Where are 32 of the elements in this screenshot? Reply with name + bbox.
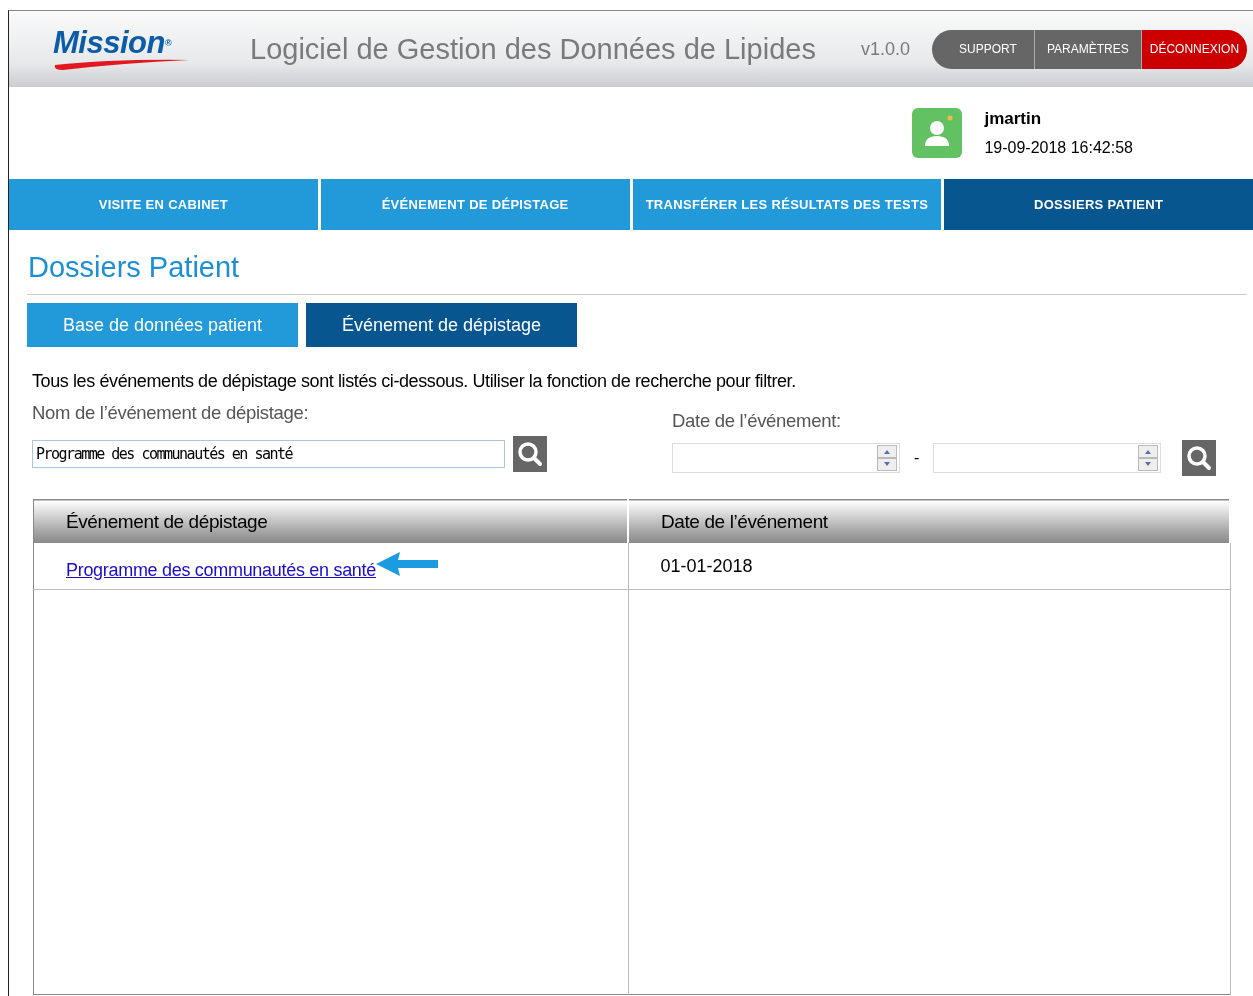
nav-tab[interactable]: DOSSIERS PATIENT	[944, 179, 1253, 230]
logout-button[interactable]: DÉCONNEXION	[1141, 29, 1248, 69]
nav-tab[interactable]: TRANSFÉRER LES RÉSULTATS DES TESTS	[632, 179, 942, 230]
username: jmartin	[984, 109, 1043, 129]
table-cell: 01-01-2018	[628, 543, 1230, 590]
search-button[interactable]	[1182, 440, 1217, 476]
sub-tab[interactable]: Base de données patient	[27, 303, 298, 347]
spinner-icon[interactable]	[1138, 445, 1159, 471]
date-field[interactable]	[672, 443, 900, 473]
version-label: v1.0.0	[860, 38, 910, 60]
nav-tab[interactable]: ÉVÉNEMENT DE DÉPISTAGE	[320, 179, 630, 230]
field-label: Date de l’événement:	[672, 410, 842, 432]
page-title: Dossiers Patient	[27, 230, 1247, 295]
intro-text: Tous les événements de dépistage sont listés ci-dessous. Utiliser la fonction de recherche pour filtrer.	[32, 371, 797, 392]
search-button[interactable]	[513, 436, 547, 472]
sub-tab[interactable]: Événement de dépistage	[306, 303, 577, 347]
event-name-field[interactable]: Programme des communautés en santé	[32, 440, 505, 468]
registered-mark: ®	[164, 38, 172, 48]
event-link[interactable]: Programme des communautés en santé	[66, 559, 376, 580]
range-separator: -	[914, 449, 920, 467]
header-button[interactable]: SUPPORT	[931, 29, 1035, 69]
field-label: Nom de l’événement de dépistage:	[32, 402, 310, 424]
login-datetime: 19-09-2018 16:42:58	[984, 139, 1133, 157]
app-title: Logiciel de Gestion des Données de Lipides	[250, 32, 816, 66]
header-button[interactable]: PARAMÈTRES	[1034, 29, 1142, 69]
date-field[interactable]	[933, 443, 1162, 473]
nav-tab[interactable]: VISITE EN CABINET	[9, 179, 318, 230]
column-header: Événement de dépistage	[33, 499, 628, 543]
column-header: Date de l’événement	[628, 499, 1230, 543]
spinner-icon[interactable]	[877, 445, 897, 471]
logo-text: Mission	[53, 25, 165, 60]
user-avatar-icon	[912, 108, 963, 158]
